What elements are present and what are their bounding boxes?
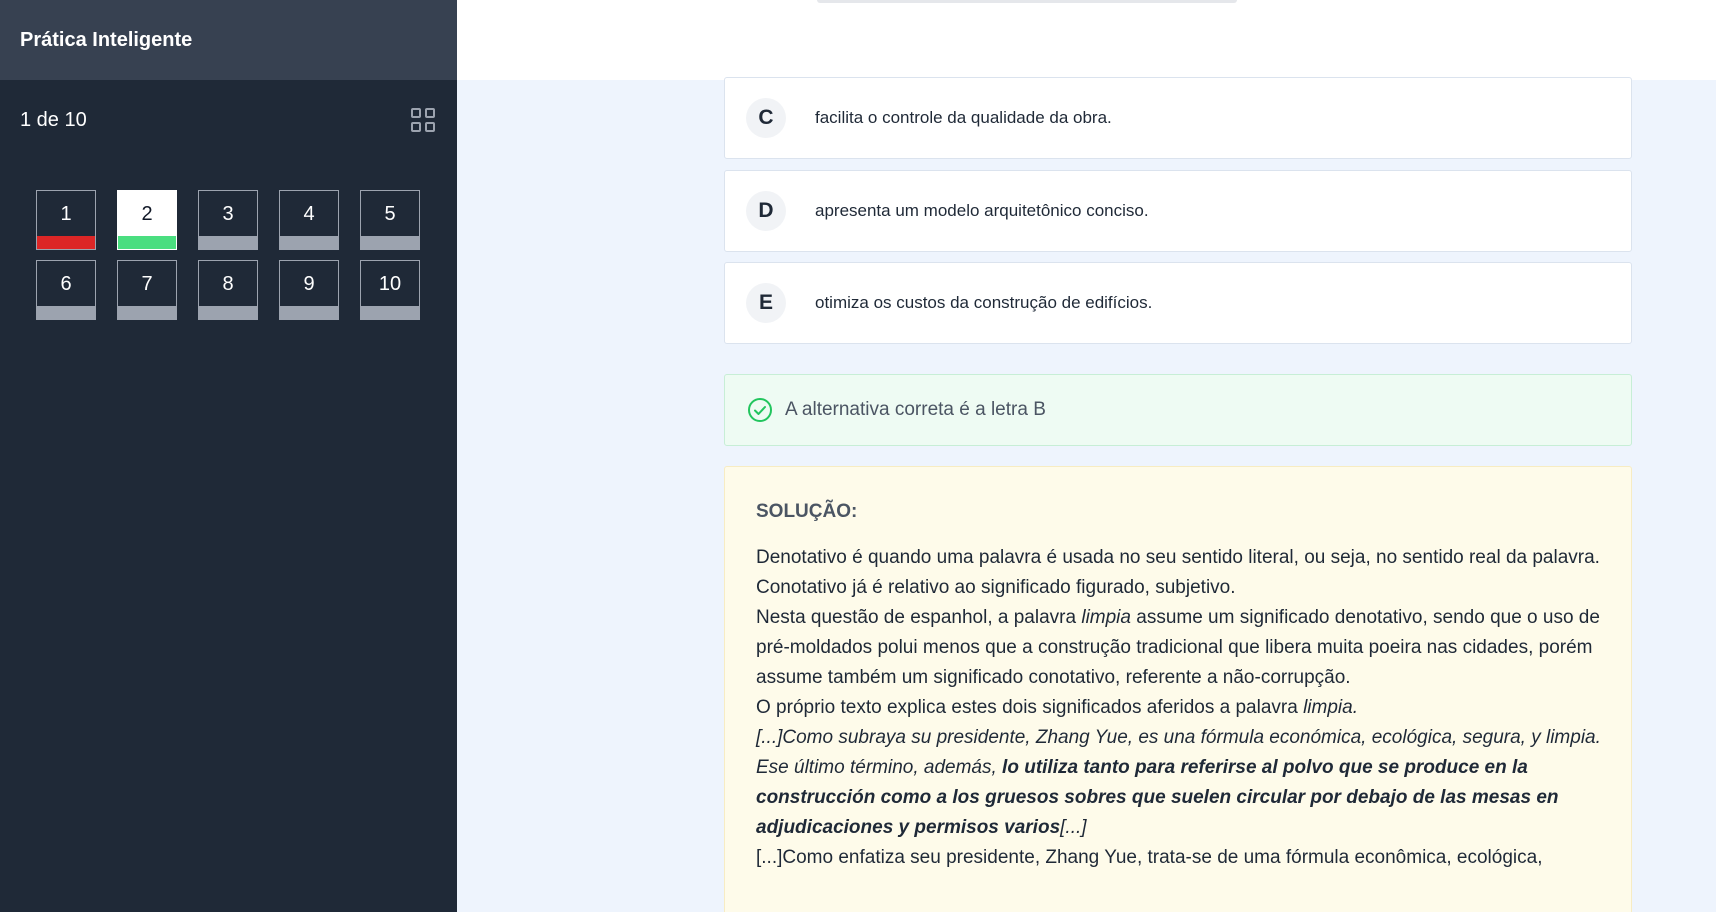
question-number: 9 [303, 272, 315, 295]
top-bar [457, 0, 1716, 80]
option-text: facilita o controle da qualidade da obra… [815, 108, 1112, 127]
option-letter: E [746, 283, 786, 323]
question-number: 3 [222, 202, 234, 225]
option-letter: D [746, 191, 786, 231]
question-status-bar [37, 236, 95, 249]
check-circle-icon [748, 398, 772, 422]
solution-body: Denotativo é quando uma palavra é usada … [756, 543, 1601, 873]
question-status-bar [199, 236, 257, 249]
option-d[interactable]: D apresenta um modelo arquitetônico conc… [724, 170, 1632, 252]
question-number: 8 [222, 272, 234, 295]
question-nav-9[interactable]: 9 [279, 260, 339, 320]
option-letter: C [746, 98, 786, 138]
solution-heading: SOLUÇÃO: [756, 501, 858, 522]
option-c[interactable]: C facilita o controle da qualidade da ob… [724, 77, 1632, 159]
correct-answer-feedback: A alternativa correta é a letra B [724, 374, 1632, 446]
question-status-bar [37, 306, 95, 319]
question-nav-8[interactable]: 8 [198, 260, 258, 320]
solution-quote: [...]Como subraya su presidente, Zhang Y… [756, 727, 1601, 838]
question-grid: 1 2 3 4 5 6 7 8 9 10 [36, 190, 420, 320]
question-status-bar [199, 306, 257, 319]
solution-panel: SOLUÇÃO: Denotativo é quando uma palavra… [724, 466, 1632, 912]
question-number: 1 [60, 202, 72, 225]
solution-paragraph: [...]Como enfatiza seu presidente, Zhang… [756, 847, 1543, 868]
question-nav-7[interactable]: 7 [117, 260, 177, 320]
sidebar-header: Prática Inteligente [0, 0, 457, 80]
question-nav-10[interactable]: 10 [360, 260, 420, 320]
question-nav-5[interactable]: 5 [360, 190, 420, 250]
question-number: 7 [141, 272, 153, 295]
question-number: 10 [378, 272, 402, 295]
solution-paragraph: Denotativo é quando uma palavra é usada … [756, 547, 1600, 568]
question-status-bar [118, 306, 176, 319]
question-counter: 1 de 10 [20, 108, 87, 131]
question-number: 4 [303, 202, 315, 225]
question-number: 5 [384, 202, 396, 225]
question-status-bar [118, 236, 176, 249]
option-e[interactable]: E otimiza os custos da construção de edi… [724, 262, 1632, 344]
question-status-bar [280, 236, 338, 249]
question-nav-4[interactable]: 4 [279, 190, 339, 250]
question-nav-3[interactable]: 3 [198, 190, 258, 250]
question-status-bar [361, 236, 419, 249]
feedback-message: A alternativa correta é a letra B [785, 399, 1046, 420]
sidebar: Prática Inteligente 1 de 10 1 2 3 4 5 6 7 8 9 10 [0, 0, 457, 912]
solution-paragraph: O próprio texto explica estes dois signi… [756, 697, 1358, 718]
progress-row: 1 de 10 [0, 80, 457, 160]
question-status-bar [280, 306, 338, 319]
question-nav-1[interactable]: 1 [36, 190, 96, 250]
question-number: 6 [60, 272, 72, 295]
option-text: otimiza os custos da construção de edifí… [815, 293, 1153, 312]
solution-paragraph: Nesta questão de espanhol, a palavra lim… [756, 607, 1600, 688]
option-text: apresenta um modelo arquitetônico concis… [815, 201, 1149, 220]
question-nav-6[interactable]: 6 [36, 260, 96, 320]
app-title: Prática Inteligente [20, 28, 193, 51]
question-nav-2[interactable]: 2 [117, 190, 177, 250]
question-status-bar [361, 306, 419, 319]
question-number: 2 [141, 202, 153, 225]
grid-icon[interactable] [411, 108, 435, 132]
top-bar-divider [817, 0, 1237, 3]
solution-paragraph: Conotativo já é relativo ao significado … [756, 577, 1236, 598]
